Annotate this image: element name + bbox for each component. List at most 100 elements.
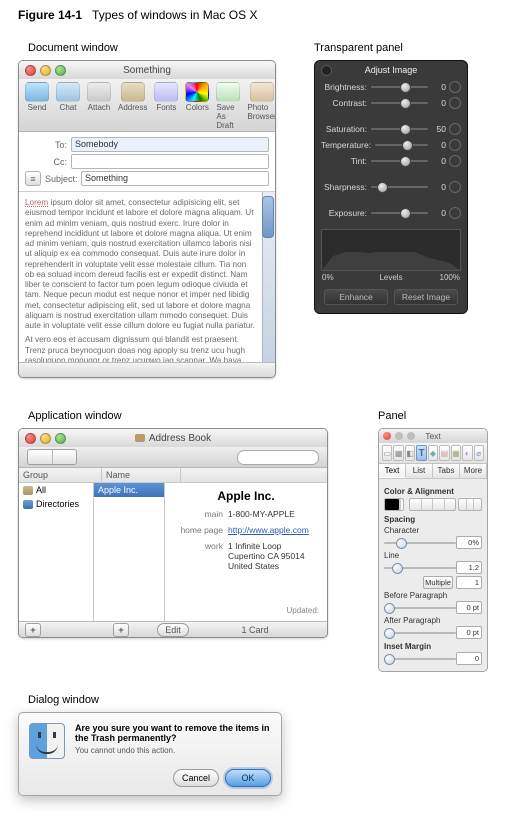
- chat-button[interactable]: Chat: [54, 82, 82, 130]
- line-value[interactable]: 1.2: [456, 561, 482, 574]
- cancel-button[interactable]: Cancel: [173, 769, 219, 787]
- address-icon: [121, 82, 145, 102]
- colors-button[interactable]: Colors: [183, 82, 211, 130]
- slider-value: 0: [432, 208, 446, 218]
- send-button[interactable]: Send: [23, 82, 51, 130]
- line-mult-input[interactable]: 1: [456, 576, 482, 589]
- text-inspector-icon: T: [416, 445, 426, 461]
- align-vertical-segmented[interactable]: [458, 498, 482, 511]
- attach-button[interactable]: Attach: [85, 82, 113, 130]
- reset-icon[interactable]: [449, 81, 461, 93]
- mail-titlebar[interactable]: Something: [19, 61, 275, 79]
- link-inspector-icon: ⌀: [474, 445, 484, 461]
- table-inspector-icon: ▦: [451, 445, 461, 461]
- slider[interactable]: [371, 209, 428, 217]
- slider-label: Tint:: [321, 156, 367, 166]
- mail-statusbar: [19, 362, 275, 377]
- reset-icon[interactable]: [449, 139, 461, 151]
- address-button[interactable]: Address: [116, 82, 149, 130]
- reset-icon[interactable]: [449, 123, 461, 135]
- to-field[interactable]: Somebody: [71, 137, 269, 152]
- enhance-button[interactable]: Enhance: [324, 289, 388, 305]
- reset-icon[interactable]: [449, 207, 461, 219]
- slider-label: Brightness:: [321, 82, 367, 92]
- slider[interactable]: [371, 183, 428, 191]
- minimize-icon[interactable]: [40, 65, 51, 76]
- close-icon[interactable]: [321, 65, 332, 76]
- add-button[interactable]: +: [25, 623, 41, 637]
- slider[interactable]: [371, 125, 428, 133]
- photo-icon: [250, 82, 274, 102]
- ab-titlebar[interactable]: Address Book: [19, 429, 327, 447]
- label-dialog-window: Dialog window: [28, 694, 502, 706]
- color-well[interactable]: [384, 498, 404, 511]
- close-icon[interactable]: [25, 65, 36, 76]
- reset-icon[interactable]: [449, 155, 461, 167]
- line-spacing-slider[interactable]: 1.2: [384, 563, 482, 573]
- reset-image-button[interactable]: Reset Image: [394, 289, 458, 305]
- zoom-icon[interactable]: [55, 65, 66, 76]
- minimize-icon[interactable]: [40, 433, 51, 444]
- fonts-button[interactable]: Fonts: [152, 82, 180, 130]
- photo-browser-button[interactable]: Photo Browser: [245, 82, 276, 130]
- dialog-window: Are you sure you want to remove the item…: [18, 712, 282, 796]
- slider-value: 0: [432, 82, 446, 92]
- group-list[interactable]: All Directories: [19, 483, 94, 621]
- paperclip-icon: [87, 82, 111, 102]
- after-para-slider[interactable]: 0 pt: [384, 628, 482, 638]
- reset-icon[interactable]: [449, 181, 461, 193]
- label-transparent-panel: Transparent panel: [314, 42, 468, 54]
- status-cards: 1 Card: [241, 625, 268, 635]
- inspector-panel: Text ▭ ▦ ◧ T ◆ ▤ ▦ ◐ ⌀ Text List Tabs: [378, 428, 488, 672]
- fonts-icon: [154, 82, 178, 102]
- character-value[interactable]: 0%: [456, 536, 482, 549]
- homepage-link[interactable]: http://www.apple.com: [228, 525, 309, 535]
- slider[interactable]: [371, 83, 428, 91]
- list-item: Apple Inc.: [94, 483, 164, 497]
- ok-button[interactable]: OK: [225, 769, 271, 787]
- slider[interactable]: [371, 99, 428, 107]
- inspector-tabs[interactable]: ▭ ▦ ◧ T ◆ ▤ ▦ ◐ ⌀: [379, 443, 487, 464]
- tab-text[interactable]: Text: [379, 464, 406, 478]
- add-button[interactable]: +: [113, 623, 129, 637]
- inset-margin-slider[interactable]: 0: [384, 654, 482, 664]
- application-window: Address Book Group Name All Directories: [18, 428, 328, 638]
- before-value[interactable]: 0 pt: [456, 601, 482, 614]
- edit-button[interactable]: Edit: [157, 623, 189, 637]
- tab-list[interactable]: List: [406, 464, 433, 478]
- panel-titlebar[interactable]: Text: [379, 429, 487, 443]
- zoom-icon[interactable]: [55, 433, 66, 444]
- dialog-message: Are you sure you want to remove the item…: [75, 723, 270, 743]
- subject-field[interactable]: Something: [81, 171, 269, 186]
- before-para-slider[interactable]: 0 pt: [384, 603, 482, 613]
- close-icon[interactable]: [25, 433, 36, 444]
- align-horizontal-segmented[interactable]: [409, 498, 456, 511]
- search-input[interactable]: [237, 450, 319, 465]
- add-header-button[interactable]: ≡: [25, 171, 41, 186]
- character-spacing-slider[interactable]: 0%: [384, 538, 482, 548]
- after-value[interactable]: 0 pt: [456, 626, 482, 639]
- tab-more[interactable]: More: [460, 464, 487, 478]
- cc-field[interactable]: [71, 154, 269, 169]
- view-segmented-control[interactable]: [27, 449, 77, 465]
- list-item: All: [19, 483, 93, 497]
- document-window: Something Send Chat Attach Address Fonts…: [18, 60, 276, 378]
- slider-label: Sharpness:: [321, 182, 367, 192]
- inset-value[interactable]: 0: [456, 652, 482, 665]
- scrollbar[interactable]: [262, 192, 275, 362]
- scroll-thumb[interactable]: [262, 196, 274, 238]
- save-draft-button[interactable]: Save As Draft: [214, 82, 242, 130]
- reset-icon[interactable]: [449, 97, 461, 109]
- book-icon: [23, 486, 33, 495]
- mail-body[interactable]: Lorem ipsum dolor sit amet, consectetur …: [19, 192, 275, 362]
- subject-label: Subject:: [45, 174, 77, 184]
- slider-value: 0: [432, 156, 446, 166]
- line-mode-select[interactable]: Multiple: [423, 576, 453, 589]
- column-header-name: Name: [102, 468, 181, 483]
- name-list[interactable]: Apple Inc.: [94, 483, 165, 621]
- document-inspector-icon: ▭: [382, 445, 392, 461]
- tab-tabs[interactable]: Tabs: [433, 464, 460, 478]
- slider[interactable]: [375, 141, 428, 149]
- levels-histogram[interactable]: 0% Levels 100%: [321, 229, 461, 271]
- slider[interactable]: [371, 157, 428, 165]
